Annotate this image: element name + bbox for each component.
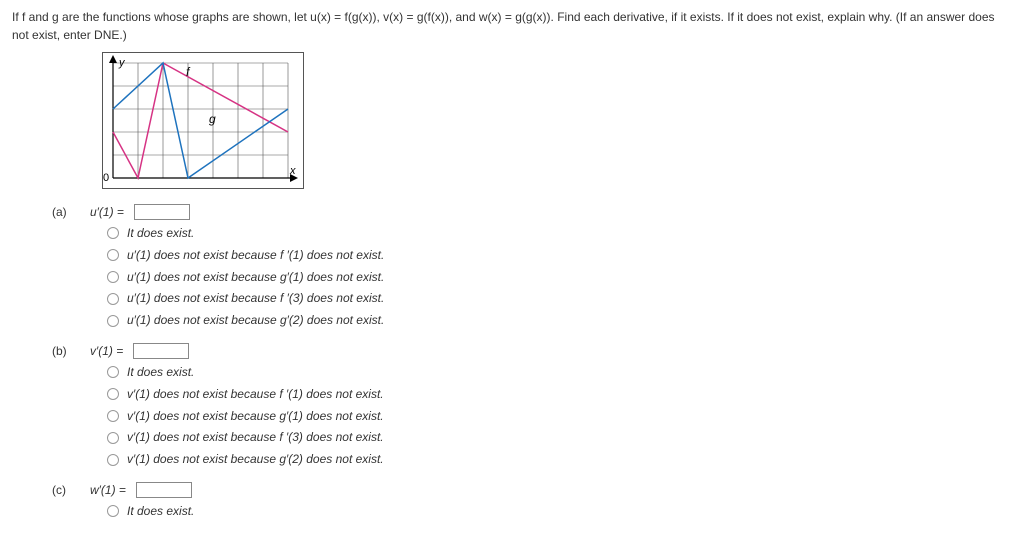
option-text: u′(1) does not exist because f ′(3) does… — [127, 290, 384, 307]
intro-text: If f and g are the functions whose graph… — [12, 10, 995, 42]
part-c-input[interactable] — [136, 482, 192, 498]
part-c: (c) w′(1) = It does exist. — [52, 482, 1012, 520]
option-text: v′(1) does not exist because f ′(3) does… — [127, 429, 384, 446]
option-text: v′(1) does not exist because g′(1) does … — [127, 408, 384, 425]
graph-container: y x 0 f g — [102, 52, 1012, 192]
part-c-equation: w′(1) = — [90, 483, 126, 497]
part-a-equation: u′(1) = — [90, 205, 124, 219]
part-b-options: It does exist. v′(1) does not exist beca… — [107, 364, 1012, 468]
part-b-label: (b) — [52, 344, 80, 358]
part-b-input[interactable] — [133, 343, 189, 359]
problem-intro: If f and g are the functions whose graph… — [12, 8, 1012, 44]
radio-icon[interactable] — [107, 454, 119, 466]
radio-icon[interactable] — [107, 315, 119, 327]
part-b-equation: v′(1) = — [90, 344, 123, 358]
part-a-label: (a) — [52, 205, 80, 219]
x-axis-label: x — [289, 165, 296, 177]
radio-icon[interactable] — [107, 366, 119, 378]
origin-label: 0 — [103, 172, 109, 184]
part-a-options: It does exist. u′(1) does not exist beca… — [107, 225, 1012, 329]
radio-icon[interactable] — [107, 432, 119, 444]
part-b: (b) v′(1) = It does exist. v′(1) does no… — [52, 343, 1012, 468]
part-a: (a) u′(1) = It does exist. u′(1) does no… — [52, 204, 1012, 329]
f-label: f — [186, 65, 191, 79]
g-label: g — [209, 112, 216, 126]
part-a-input[interactable] — [134, 204, 190, 220]
option-text: u′(1) does not exist because g′(2) does … — [127, 312, 384, 329]
option-text: v′(1) does not exist because f ′(1) does… — [127, 386, 384, 403]
function-graph: y x 0 f g — [102, 52, 304, 189]
radio-icon[interactable] — [107, 505, 119, 517]
part-c-options: It does exist. — [107, 503, 1012, 520]
option-text: It does exist. — [127, 225, 194, 242]
radio-icon[interactable] — [107, 249, 119, 261]
radio-icon[interactable] — [107, 227, 119, 239]
radio-icon[interactable] — [107, 271, 119, 283]
option-text: It does exist. — [127, 364, 194, 381]
radio-icon[interactable] — [107, 388, 119, 400]
radio-icon[interactable] — [107, 410, 119, 422]
part-c-label: (c) — [52, 483, 80, 497]
radio-icon[interactable] — [107, 293, 119, 305]
option-text: v′(1) does not exist because g′(2) does … — [127, 451, 384, 468]
option-text: u′(1) does not exist because f ′(1) does… — [127, 247, 384, 264]
option-text: It does exist. — [127, 503, 194, 520]
option-text: u′(1) does not exist because g′(1) does … — [127, 269, 384, 286]
